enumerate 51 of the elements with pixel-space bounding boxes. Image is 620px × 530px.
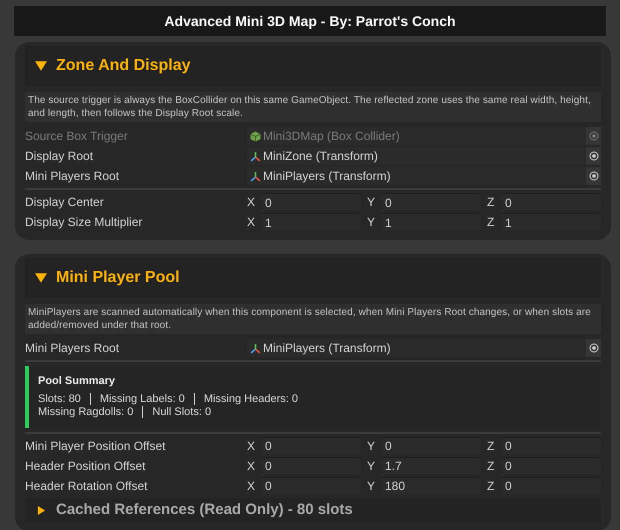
target-icon [588, 343, 598, 353]
axis-label: Z [487, 458, 496, 474]
field-value: MiniPlayers (Transform) [263, 168, 392, 185]
field-label: Mini Player Position Offset [25, 438, 167, 454]
collapsed-triangle-icon[interactable] [37, 506, 46, 514]
expanded-triangle-icon[interactable] [35, 60, 47, 72]
axis-label: X [247, 458, 256, 474]
field-label: Display Center [25, 194, 105, 211]
section-header[interactable]: Zone And Display [25, 46, 601, 86]
axes-icon [250, 150, 261, 162]
axis-label: Z [487, 478, 496, 494]
object-picker-button[interactable] [586, 147, 601, 165]
axis-label: Z [487, 194, 496, 211]
axis-label: Z [487, 214, 496, 231]
expanded-triangle-icon[interactable] [35, 272, 47, 284]
field-value: Mini3DMap (Box Collider) [263, 128, 401, 145]
field-label: Display Size Multiplier [25, 214, 144, 231]
section-header[interactable]: Mini Player Pool [25, 258, 601, 298]
summary-title: Pool Summary [38, 374, 116, 389]
field-label: Source Box Trigger [25, 128, 129, 145]
summary-stat: Slots: 80 [38, 392, 81, 406]
axis-label: X [247, 194, 256, 211]
field-label: Header Rotation Offset [25, 478, 149, 494]
axis-label: Y [367, 478, 376, 494]
window-title: Advanced Mini 3D Map - By: Parrot's Conch [164, 12, 456, 31]
help-box: MiniPlayers are scanned automatically when this component is selected, when Mini Players Root changes, or when slots are added/removed under that root. [25, 304, 601, 334]
axis-label: X [247, 478, 256, 494]
summary-stat: Missing Labels: 0 [100, 392, 185, 406]
help-box: The source trigger is always the BoxCollider on this same GameObject. The reflected zone uses the same real width, height, and length, then follows the Display Root scale. [25, 92, 601, 122]
foldout-header[interactable]: Cached References (Read Only) - 80 slots [25, 498, 601, 522]
summary-stat: Missing Headers: 0 [204, 392, 298, 406]
field-label: Mini Players Root [25, 340, 120, 357]
field-value: MiniZone (Transform) [263, 148, 379, 165]
cube-icon [250, 130, 261, 142]
axis-label: Y [367, 214, 376, 231]
axes-icon [250, 170, 261, 182]
axis-label: X [247, 214, 256, 231]
object-picker-button[interactable] [586, 167, 601, 185]
field-label: Header Position Offset [25, 458, 147, 474]
field-label: Mini Players Root [25, 168, 120, 185]
axis-label: Z [487, 438, 496, 454]
axis-label: Y [367, 438, 376, 454]
axes-icon [250, 342, 261, 354]
field-value: MiniPlayers (Transform) [263, 340, 392, 357]
axis-label: X [247, 438, 256, 454]
summary-stat: Missing Ragdolls: 0 [38, 406, 134, 418]
object-picker-button[interactable] [586, 339, 601, 357]
axis-label: Y [367, 458, 376, 474]
summary-stat: Null Slots: 0 [152, 406, 212, 418]
axis-label: Y [367, 194, 376, 211]
field-label: Display Root [25, 148, 94, 165]
